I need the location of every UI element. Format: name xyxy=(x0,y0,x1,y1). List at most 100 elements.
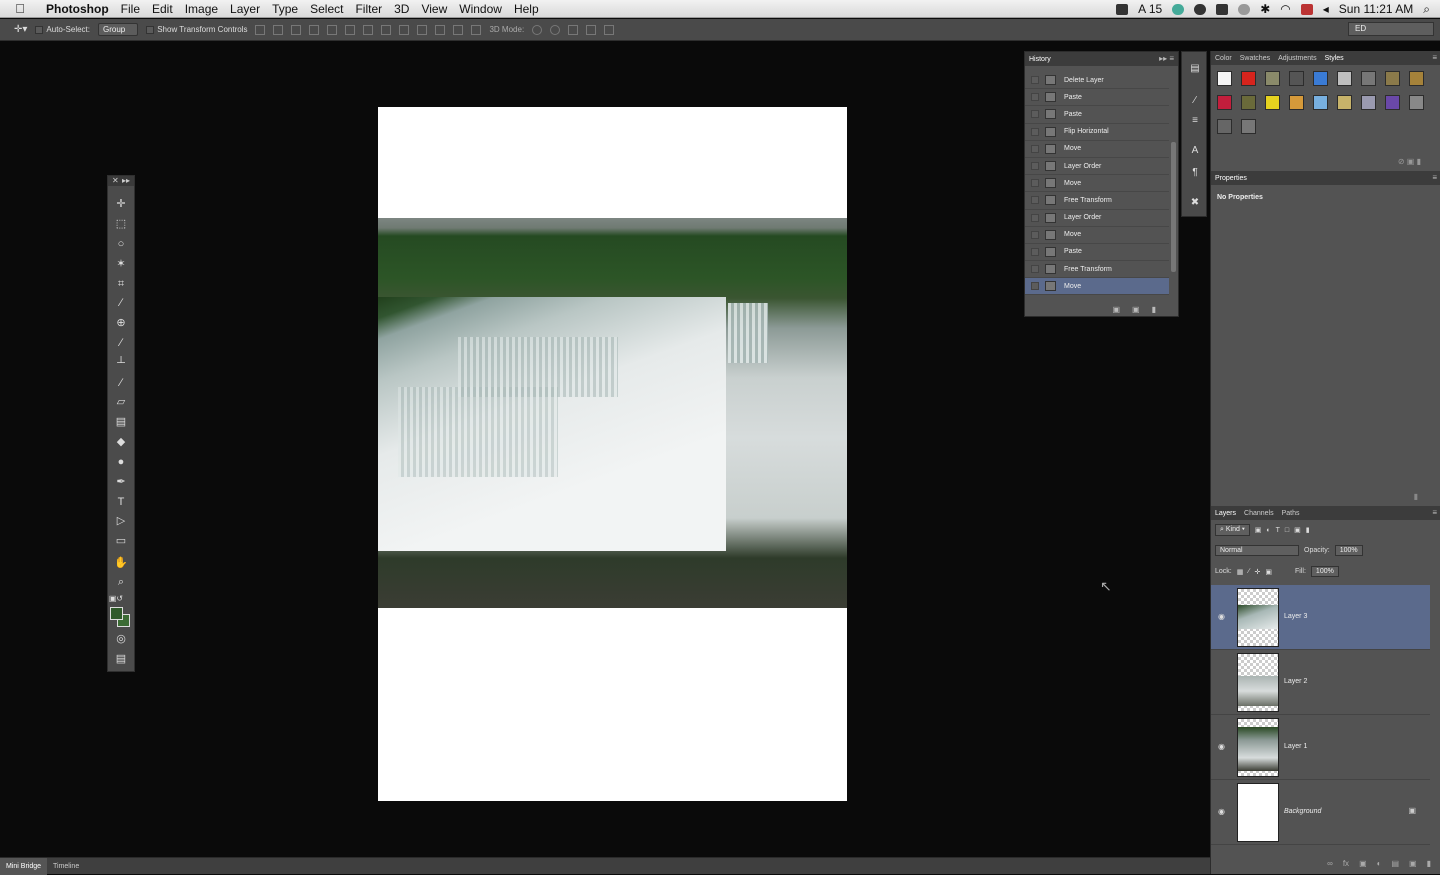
menu-app[interactable]: Photoshop xyxy=(40,2,115,16)
history-item[interactable]: Flip Horizontal xyxy=(1025,124,1169,141)
3d-scale-icon[interactable] xyxy=(604,24,615,35)
apple-icon[interactable]:  xyxy=(0,1,40,16)
history-source-checkbox[interactable] xyxy=(1031,282,1039,291)
layer-row[interactable]: ◉ Layer 3 xyxy=(1211,585,1430,650)
close-icon[interactable]: ✕ xyxy=(112,176,119,186)
history-source-checkbox[interactable] xyxy=(1031,230,1039,239)
history-item[interactable]: Free Transform xyxy=(1025,261,1169,279)
volume-icon[interactable]: ◂ xyxy=(1323,2,1329,16)
layer-row[interactable]: Layer 2 xyxy=(1211,650,1430,715)
document-canvas[interactable] xyxy=(378,107,847,801)
record-icon[interactable] xyxy=(1194,3,1207,15)
filter-adjustment-icon[interactable]: ◐ xyxy=(1266,527,1270,534)
zoom-tool-icon[interactable]: ⌕ xyxy=(113,575,129,589)
move-tool-preset-icon[interactable]: ✛▾ xyxy=(14,24,27,35)
blend-mode-dropdown[interactable]: Normal xyxy=(1215,545,1299,556)
new-layer-icon[interactable]: ▣ xyxy=(1409,859,1417,868)
history-source-checkbox[interactable] xyxy=(1031,93,1039,102)
trash-icon[interactable]: ▮ xyxy=(1427,859,1431,868)
tab-properties[interactable]: Properties xyxy=(1215,175,1247,182)
history-brush-tool-icon[interactable]: ∕ xyxy=(113,376,129,390)
visibility-eye-icon[interactable]: ◉ xyxy=(1218,612,1225,621)
dodge-tool-icon[interactable]: ● xyxy=(113,455,129,469)
filter-shape-icon[interactable]: □ xyxy=(1285,527,1289,534)
history-item[interactable]: Paste xyxy=(1025,244,1169,262)
flag-icon[interactable] xyxy=(1300,3,1313,15)
camera-icon[interactable] xyxy=(1116,3,1129,15)
trash-icon[interactable]: ▮ xyxy=(1417,157,1421,166)
style-swatch[interactable] xyxy=(1241,95,1256,110)
distribute-vcenter-icon[interactable] xyxy=(381,24,392,35)
history-source-checkbox[interactable] xyxy=(1031,196,1039,205)
tab-paths[interactable]: Paths xyxy=(1282,510,1300,517)
filter-pixel-icon[interactable]: ▣ xyxy=(1255,526,1262,534)
eyedropper-tool-icon[interactable]: ∕ xyxy=(113,296,129,310)
hand-tool-icon[interactable]: ✋ xyxy=(113,556,129,570)
marquee-tool-icon[interactable]: ⬚ xyxy=(113,217,129,231)
tools-panel-header[interactable]: ✕ ▸▸ xyxy=(108,176,134,186)
style-swatch[interactable] xyxy=(1241,71,1256,86)
align-hcenter-icon[interactable] xyxy=(327,24,338,35)
menu-file[interactable]: File xyxy=(115,2,146,16)
rectangle-tool-icon[interactable]: ▭ xyxy=(113,534,129,548)
history-source-checkbox[interactable] xyxy=(1031,265,1039,274)
history-panel-icon[interactable]: ▤ xyxy=(1188,62,1202,76)
foreground-color-swatch[interactable] xyxy=(110,607,123,620)
character-panel-icon[interactable]: A xyxy=(1188,144,1202,158)
filter-smart-object-icon[interactable]: ▣ xyxy=(1294,526,1301,534)
align-vcenter-icon[interactable] xyxy=(273,24,284,35)
visibility-eye-icon[interactable]: ◉ xyxy=(1218,807,1225,816)
panel-menu-icon[interactable]: ≡ xyxy=(1432,173,1437,182)
auto-select-dropdown[interactable]: Group xyxy=(97,23,139,36)
3d-pan-icon[interactable] xyxy=(568,24,579,35)
new-style-icon[interactable]: ▣ xyxy=(1407,157,1415,166)
history-item[interactable]: Move xyxy=(1025,227,1169,244)
menu-filter[interactable]: Filter xyxy=(349,2,388,16)
add-mask-icon[interactable]: ▣ xyxy=(1359,859,1367,868)
style-swatch[interactable] xyxy=(1409,71,1424,86)
tab-swatches[interactable]: Swatches xyxy=(1240,55,1270,62)
pen-tool-icon[interactable]: ✒ xyxy=(113,475,129,489)
history-scrollbar[interactable] xyxy=(1171,142,1176,272)
history-item[interactable]: Move xyxy=(1025,175,1169,193)
menu-view[interactable]: View xyxy=(415,2,453,16)
expand-icon[interactable]: ▸▸ xyxy=(122,176,130,186)
distribute-left-icon[interactable] xyxy=(417,24,428,35)
clone-stamp-tool-icon[interactable]: ┴ xyxy=(113,356,129,370)
history-source-checkbox[interactable] xyxy=(1031,144,1039,153)
magic-wand-tool-icon[interactable]: ✶ xyxy=(113,257,129,271)
sync-icon[interactable] xyxy=(1172,3,1185,15)
history-source-checkbox[interactable] xyxy=(1031,110,1039,119)
brush-tool-icon[interactable]: ∕ xyxy=(113,336,129,350)
history-source-checkbox[interactable] xyxy=(1031,213,1039,222)
distribute-top-icon[interactable] xyxy=(363,24,374,35)
show-transform-checkbox[interactable]: Show Transform Controls xyxy=(146,25,247,34)
kind-filter-dropdown[interactable]: ⌕ Kind ▾ xyxy=(1215,524,1250,536)
panel-menu-icon[interactable]: ≡ xyxy=(1432,53,1437,62)
menu-layer[interactable]: Layer xyxy=(224,2,266,16)
auto-select-checkbox[interactable]: Auto-Select: xyxy=(35,25,90,34)
link-layers-icon[interactable]: ∞ xyxy=(1327,859,1333,868)
crop-tool-icon[interactable]: ⌗ xyxy=(113,277,129,291)
history-source-checkbox[interactable] xyxy=(1031,76,1039,85)
blur-tool-icon[interactable]: ◆ xyxy=(113,435,129,449)
fill-field[interactable]: 100% xyxy=(1310,566,1339,577)
3d-rotate-icon[interactable] xyxy=(532,24,543,35)
align-bottom-icon[interactable] xyxy=(291,24,302,35)
style-swatch[interactable] xyxy=(1385,95,1400,110)
tab-channels[interactable]: Channels xyxy=(1244,510,1274,517)
brush-panel-icon[interactable]: ∕ xyxy=(1188,94,1202,108)
style-swatch[interactable] xyxy=(1337,71,1352,86)
style-swatch[interactable] xyxy=(1289,71,1304,86)
history-source-checkbox[interactable] xyxy=(1031,247,1039,256)
align-right-icon[interactable] xyxy=(345,24,356,35)
path-selection-tool-icon[interactable]: ▷ xyxy=(113,514,129,528)
distribute-hcenter-icon[interactable] xyxy=(435,24,446,35)
menu-window[interactable]: Window xyxy=(453,2,508,16)
history-item[interactable]: Paste xyxy=(1025,106,1169,124)
tools-options-icon[interactable]: ✖ xyxy=(1188,196,1202,210)
tab-mini-bridge[interactable]: Mini Bridge xyxy=(0,857,48,875)
align-top-icon[interactable] xyxy=(255,24,266,35)
tab-styles[interactable]: Styles xyxy=(1325,55,1344,62)
style-swatch[interactable] xyxy=(1241,119,1256,134)
